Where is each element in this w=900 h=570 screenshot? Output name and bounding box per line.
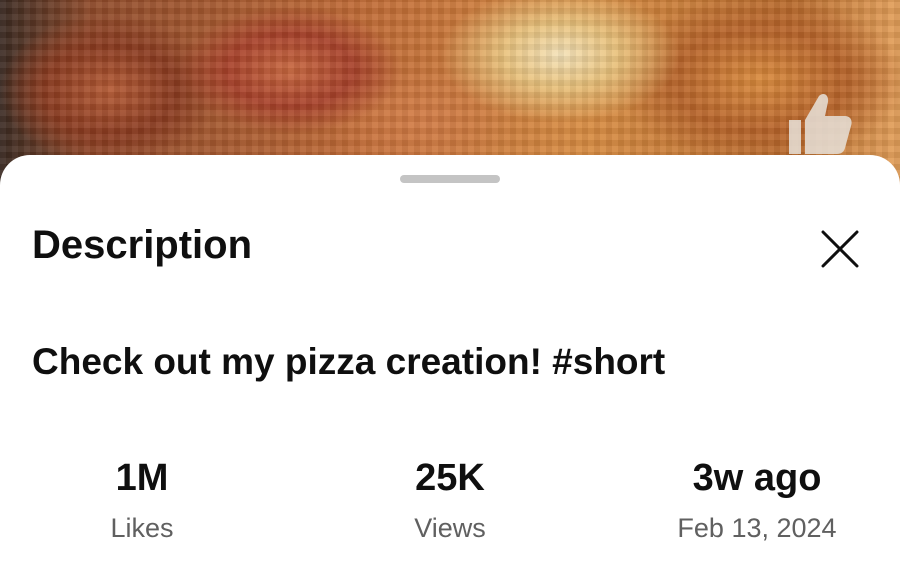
views-label: Views: [414, 513, 486, 543]
close-icon: [821, 230, 859, 268]
views-count: 25K: [415, 457, 485, 499]
sheet-title: Description: [32, 223, 253, 267]
description-bottom-sheet: Description Check out my pizza creation!…: [0, 155, 900, 570]
video-title: Check out my pizza creation! #short: [32, 341, 666, 382]
close-button[interactable]: [812, 221, 868, 277]
likes-count: 1M: [115, 457, 169, 499]
drag-handle[interactable]: [400, 175, 500, 183]
thumbs-up-icon[interactable]: [783, 90, 853, 156]
upload-date: Feb 13, 2024: [677, 513, 837, 543]
likes-stat: 1M Likes: [12, 455, 272, 545]
relative-upload-time: 3w ago: [692, 457, 822, 499]
likes-label: Likes: [110, 513, 174, 543]
upload-date-stat: 3w ago Feb 13, 2024: [627, 455, 887, 545]
views-stat: 25K Views: [320, 455, 580, 545]
